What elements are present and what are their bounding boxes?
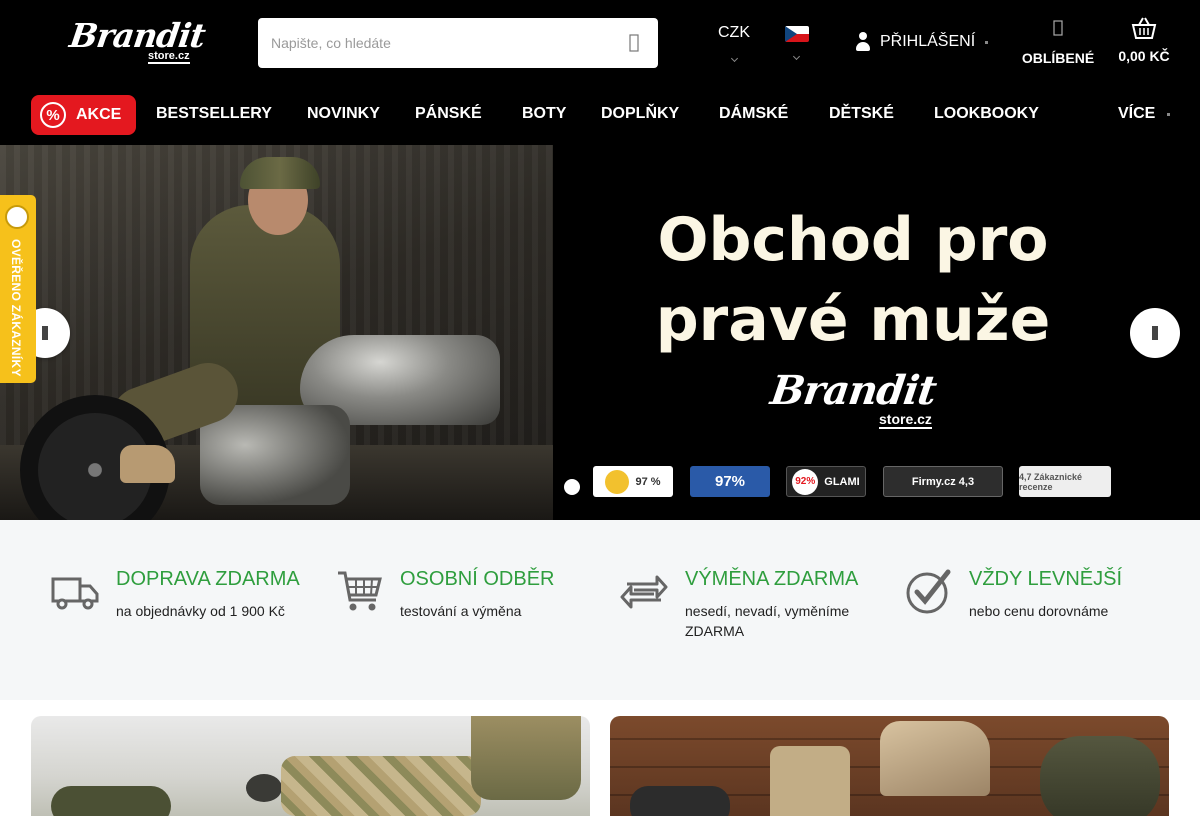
exchange-icon [620,575,668,609]
glami-percent: 92% [792,468,819,495]
benefit-title: DOPRAVA ZDARMA [116,568,300,590]
google-rating: 4,7 Zákaznické recenze [1019,471,1083,492]
benefit-desc: na objednávky od 1 900 Kč [116,603,285,619]
brandit-logo[interactable]: Brandit store.cz [67,16,207,68]
nav-more-label: VÍCE [1118,105,1156,122]
czech-flag-icon[interactable] [785,26,809,42]
nav-item-akce[interactable]: % AKCE [31,95,136,135]
nav-item-panske[interactable]: PÁNSKÉ [415,105,482,123]
cart-total: 0,00 KČ [1118,48,1170,64]
nav-item-damske[interactable]: DÁMSKÉ [719,105,788,123]
chevron-down-icon [985,40,989,44]
benefit-desc: testování a výměna [400,603,522,619]
google-reviews-badge[interactable]: 4,7 Zákaznické recenze [1019,466,1111,497]
nav-item-label: AKCE [76,106,122,123]
nav-item-novinky[interactable]: NOVINKY [307,105,380,123]
percent-icon: % [40,102,66,128]
glami-badge[interactable]: 92% GLAMI [786,466,866,497]
arrow-left-icon [42,326,48,340]
cart-button[interactable]: 0,00 KČ [1112,16,1176,64]
slider-next-button[interactable] [1130,308,1180,358]
hero-brandit-logo: Brandit store.cz [767,367,939,437]
favorites-label: OBLÍBENÉ [1021,50,1095,66]
truck-icon [51,577,99,610]
hero-photo-biker [0,145,553,520]
hero-logo-sub: store.cz [879,411,932,429]
basket-icon [1131,17,1157,39]
recenze-badge[interactable]: 97% [690,466,770,497]
slider-dot-active[interactable] [564,479,580,495]
nav-item-more[interactable]: VÍCE [1118,105,1171,123]
firmy-badge[interactable]: Firmy.cz 4,3 [883,466,1003,497]
benefit-desc: nesedí, nevadí, vyměníme ZDARMA [685,603,850,639]
search-box [258,18,658,68]
login-button[interactable]: PŘIHLÁŠENÍ [856,30,989,54]
firmy-rating: Firmy.cz 4,3 [911,475,975,488]
verified-label: OVĚŘENO ZÁKAZNÍKY [9,239,23,377]
main-navigation: % AKCE BESTSELLERY NOVINKY PÁNSKÉ BOTY D… [0,85,1200,145]
search-icon[interactable] [628,32,640,54]
heureka-badge[interactable]: 97 % [593,466,673,497]
nav-item-doplnky[interactable]: DOPLŇKY [601,105,679,123]
checkmark-icon [906,569,951,614]
cart-icon [338,571,382,611]
chevron-down-icon [792,52,801,61]
arrow-right-icon [1152,326,1158,340]
currency-label: CZK [718,24,750,41]
user-icon [856,32,870,52]
favorites-button[interactable]: OBLÍBENÉ [1018,18,1098,66]
heureka-rating: 97 % [635,475,661,488]
top-header: Brandit store.cz CZK PŘIHLÁŠENÍ OBLÍBENÉ… [0,0,1200,85]
glami-label: GLAMI [824,475,860,488]
logo-sub: store.cz [148,50,190,64]
benefits-strip: DOPRAVA ZDARMA na objednávky od 1 900 Kč… [0,520,1200,700]
recenze-rating: 97% [714,473,746,490]
category-tile-army-gear[interactable] [31,716,590,816]
heureka-seal-icon [605,469,630,494]
nav-item-detske[interactable]: DĚTSKÉ [829,105,894,123]
benefit-title: VŽDY LEVNĚJŠÍ [969,568,1123,590]
hero-headline-line2: pravé muže [655,285,1051,355]
benefit-title: OSOBNÍ ODBĚR [400,568,555,590]
benefit-title: VÝMĚNA ZDARMA [685,568,859,590]
nav-item-boty[interactable]: BOTY [522,105,566,123]
nav-item-bestsellery[interactable]: BESTSELLERY [156,105,272,123]
hero-headline-line1: Obchod pro [657,205,1049,275]
hero-banner[interactable]: Obchod pro pravé muže Brandit store.cz 9… [0,145,1200,520]
heart-icon [1053,20,1063,36]
chevron-down-icon [1167,112,1171,116]
nav-item-lookbooky[interactable]: LOOKBOOKY [934,105,1039,123]
benefit-desc: nebo cenu dorovnáme [969,603,1109,619]
chevron-down-icon [730,54,738,63]
category-tile-outdoor[interactable] [610,716,1169,816]
login-label: PŘIHLÁŠENÍ [880,33,976,50]
search-input[interactable] [258,18,608,68]
hero-slogan: Obchod pro pravé muže Brandit store.cz [553,145,1153,520]
verified-seal-icon [5,205,29,229]
currency-selector[interactable]: CZK [712,24,756,63]
verified-customers-tab[interactable]: OVĚŘENO ZÁKAZNÍKY [0,195,36,383]
hero-logo-text: Brandit [767,367,939,414]
